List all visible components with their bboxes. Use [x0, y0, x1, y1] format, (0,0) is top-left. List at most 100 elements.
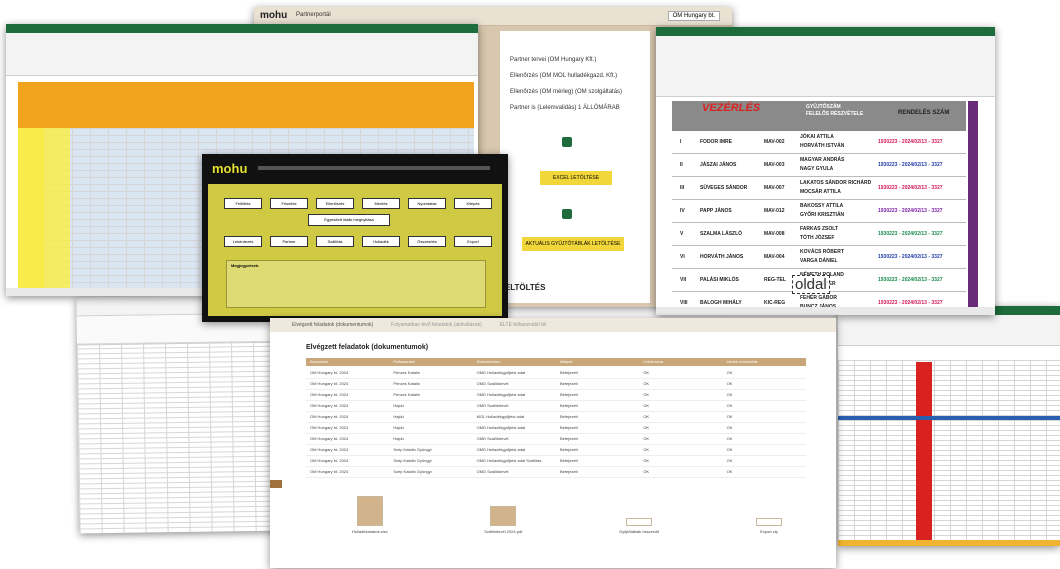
table-cell: Hajdú	[393, 436, 404, 441]
row-person: VARGA DÁNIEL	[800, 258, 838, 264]
portal-logo[interactable]: mohu	[260, 10, 287, 21]
file-item[interactable]: Export.zip	[755, 518, 782, 534]
table-cell: Pénzes Katalin	[393, 370, 421, 375]
control-row[interactable]: II JÁSZAI JÁNOS MAV-003 MAGYAR ANDRÁS NAGY G…	[672, 154, 966, 177]
file-item[interactable]: Szállítólevél 2024.pdf	[484, 506, 522, 534]
tab[interactable]: ELTE felhasználói fel	[500, 322, 547, 329]
table-cell: OM Hungary bt. 2024	[310, 458, 349, 463]
ribbon	[656, 36, 995, 97]
row-person: NAGY GYULA	[800, 166, 834, 172]
user-chip[interactable]: OM Hungary bt.	[667, 11, 720, 21]
notes-box: Megjegyzések:	[226, 260, 486, 308]
table-row[interactable]: OM Hungary bt. 2024 Szép Katalin Gyöngyi O…	[306, 456, 806, 467]
merged-lists-button[interactable]: Egyesített listák megnyitása	[308, 214, 390, 226]
table-cell: Befejezett	[559, 458, 578, 463]
table-cell: OMD Hulladékgyűjtési adat	[476, 392, 526, 397]
table-row[interactable]: OM Hungary bt. 2024 Pénzes Katalin OMD Szá…	[306, 379, 806, 390]
row-name: PALÁSI MIKLÓS	[700, 277, 739, 283]
table-cell: OMD Hulladékgyűjtési adat	[476, 370, 526, 375]
table-cell: OK	[726, 370, 733, 375]
row-name: SÜVEGES SÁNDOR	[700, 185, 748, 191]
dialog-button[interactable]: Lekérdezés	[224, 236, 262, 247]
row-name: BALOGH MIHÁLY	[700, 300, 742, 306]
table-row[interactable]: OM Hungary bt. 2024 Hajdú MOL Hulladékgyűj…	[306, 412, 806, 423]
row-name: FODOR IMRE	[700, 139, 732, 145]
table-row[interactable]: OM Hungary bt. 2024 Szép Katalin Gyöngyi O…	[306, 445, 806, 456]
column-header[interactable]: Felhasználó	[389, 358, 472, 366]
table-cell: OK	[726, 392, 733, 397]
table-cell: OM Hungary bt. 2024	[310, 436, 349, 441]
cell-grid[interactable]	[838, 360, 1060, 546]
control-sheet-window: VEZÉRLÉS GYŰJTŐSZÁM FELELŐS RÉSZVÉTELE R…	[656, 27, 995, 315]
table-cell: Befejezett	[559, 370, 578, 375]
side-tab-marker[interactable]	[270, 480, 282, 488]
dialog-button[interactable]: Export	[454, 236, 492, 247]
tasks-window: Elvégzett feladatok (dokumentumok) Folya…	[270, 318, 836, 568]
column-header[interactable]: Azonosító	[306, 358, 389, 366]
dialog-button[interactable]: Hulladék	[362, 236, 400, 247]
table-cell: OK	[726, 458, 733, 463]
cell-grid[interactable]	[77, 340, 290, 534]
row-code: MAV-004	[764, 254, 785, 260]
tab[interactable]: Folyamatban lévő feladatok (aktiválások)	[391, 322, 482, 329]
table-row[interactable]: OM Hungary bt. 2024 Szép Katalin Gyöngyi O…	[306, 467, 806, 478]
file-item[interactable]: Gyűjtőtáblák összesítő	[619, 518, 659, 534]
tasks-heading: Elvégzett feladatok (dokumentumok)	[306, 344, 429, 351]
side-list-item[interactable]: Partner tervei (OM Hungary Kft.)	[510, 57, 622, 64]
tasks-table-body: OM Hungary bt. 2024 Pénzes Katalin OMD Hul…	[306, 368, 806, 478]
table-cell: Hajdú	[393, 414, 404, 419]
sheet-tabs[interactable]	[838, 540, 1060, 546]
sheet-tabs[interactable]	[656, 307, 995, 315]
table-row[interactable]: OM Hungary bt. 2024 Hajdú OMD Szállítólevé…	[306, 434, 806, 445]
control-row[interactable]: IV PAPP JÁNOS MAV-012 BAKOSSY ATTILA GYŐRI K…	[672, 200, 966, 223]
side-list-item[interactable]: Partner is (Lelemvalidás) 1 ÁLLÓMÁRAB	[510, 105, 622, 112]
column-header[interactable]: Létrehozva	[639, 358, 722, 366]
dialog-button[interactable]: Kilépés	[454, 198, 492, 209]
table-row[interactable]: OM Hungary bt. 2024 Hajdú OMD Hulladékgyűj…	[306, 423, 806, 434]
row-number: VI	[680, 254, 685, 260]
dialog-button[interactable]: Partner	[270, 236, 308, 247]
table-cell: OMD Szállítólevél	[476, 469, 509, 474]
col-header: RENDELÉS SZÁM	[898, 110, 950, 116]
tables-download-button[interactable]: AKTUÁLIS GYŰJTŐTÁBLÁK LETÖLTÉSE	[522, 237, 624, 251]
dialog-button[interactable]: Ellenőrzés	[316, 198, 354, 209]
row-code: MAV-012	[764, 208, 785, 214]
dialog-header: mohu	[204, 156, 506, 182]
file-icon	[490, 506, 517, 526]
dialog-button[interactable]: Mentés	[362, 198, 400, 209]
file-item[interactable]: Hulladékadatok.xlsx	[352, 496, 388, 534]
table-cell: Befejezett	[559, 392, 578, 397]
row-person: MOCSÁR ATTILA	[800, 189, 841, 195]
table-row[interactable]: OM Hungary bt. 2024 Pénzes Katalin OMD Hul…	[306, 390, 806, 401]
control-row[interactable]: VI HORVÁTH JÁNOS MAV-004 KOVÁCS RÓBERT VARGA…	[672, 246, 966, 269]
tab[interactable]: Elvégzett feladatok (dokumentumok)	[292, 322, 373, 329]
side-list-item[interactable]: Ellenőrzés (OM mérleg) (OM szolgáltatás)	[510, 89, 622, 96]
row-code: MAV-002	[764, 139, 785, 145]
table-cell: Befejezett	[559, 447, 578, 452]
row-name: PAPP JÁNOS	[700, 208, 732, 214]
tasks-tabs: Elvégzett feladatok (dokumentumok) Folya…	[270, 318, 836, 332]
table-cell: OK	[726, 469, 733, 474]
dialog-button[interactable]: Szállítás	[316, 236, 354, 247]
side-list-item[interactable]: Ellenőrzés (OM MOL hulladékgazd. Kft.)	[510, 73, 622, 80]
table-cell: OK	[643, 425, 650, 430]
row-order: 1930223 - 2024/02/13 - 3327	[878, 185, 943, 191]
table-cell: OMD Szállítólevél	[476, 403, 509, 408]
column-header[interactable]: Utolsó módosítás	[723, 358, 806, 366]
dialog-button[interactable]: Nyomtatás	[408, 198, 446, 209]
dialog-button[interactable]: Frissítés	[270, 198, 308, 209]
excel-download-button[interactable]: EXCEL LETÖLTÉSE	[540, 171, 612, 185]
dialog-button[interactable]: Feltöltés	[224, 198, 262, 209]
dialog-button[interactable]: Összesítés	[408, 236, 446, 247]
tasks-table-header: Azonosító Felhasználó Dokumentum Állapot Lét…	[306, 358, 806, 366]
column-header[interactable]: Állapot	[556, 358, 639, 366]
row-person: HORVÁTH ISTVÁN	[800, 143, 845, 149]
column-header[interactable]: Dokumentum	[473, 358, 556, 366]
table-row[interactable]: OM Hungary bt. 2024 Hajdú OMD Szállítólevé…	[306, 401, 806, 412]
control-row[interactable]: III SÜVEGES SÁNDOR MAV-007 LAKATOS SÁNDOR R…	[672, 177, 966, 200]
control-row[interactable]: I FODOR IMRE MAV-002 JÓKAI ATTILA HORVÁTH IS…	[672, 131, 966, 154]
table-cell: OM Hungary bt. 2024	[310, 469, 349, 474]
control-row[interactable]: V SZALMA LÁSZLÓ MAV-008 FARKAS ZSOLT TÓTH JÓ…	[672, 223, 966, 246]
table-row[interactable]: OM Hungary bt. 2024 Pénzes Katalin OMD Hul…	[306, 368, 806, 379]
mohu-dialog-window: mohu Feltöltés Frissítés Ellenőrzés Mentés N…	[202, 154, 508, 322]
